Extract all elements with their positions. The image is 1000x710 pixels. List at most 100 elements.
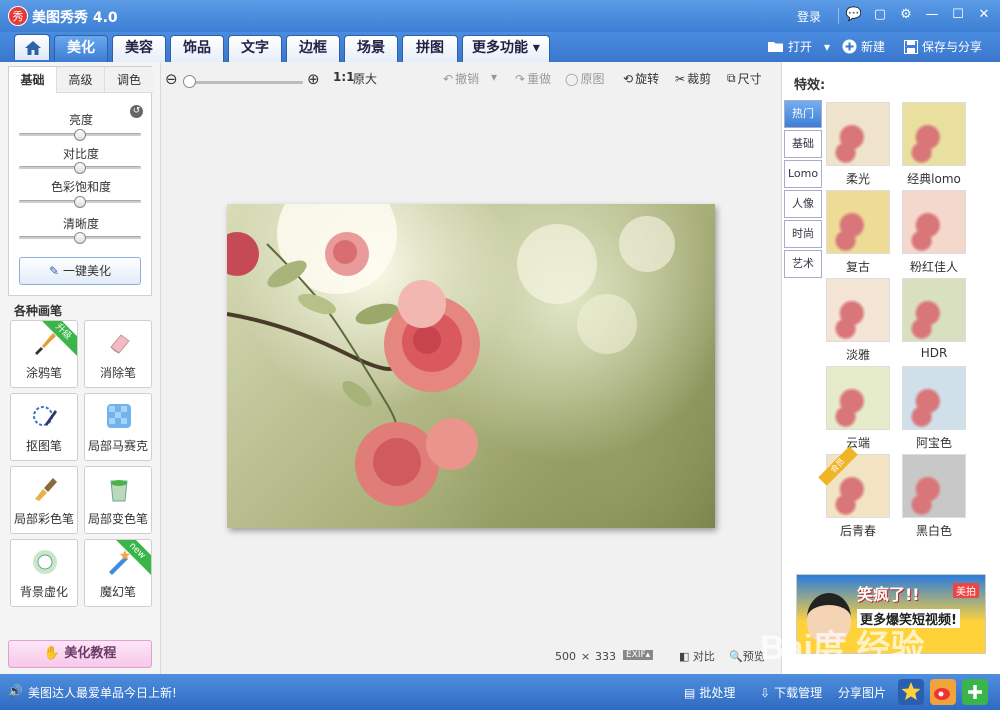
subtab-advanced[interactable]: 高级 <box>57 67 105 93</box>
batch-button[interactable]: ▤ 批处理 <box>684 684 735 701</box>
weibo-icon[interactable] <box>930 679 956 705</box>
effect-category-basic[interactable]: 基础 <box>784 130 822 158</box>
tool-local-color-change[interactable]: 局部变色笔 <box>84 466 152 534</box>
effect-category-art[interactable]: 艺术 <box>784 250 822 278</box>
status-bar: 🔊 美图达人最爱单品今日上新! ▤ 批处理 ⇩ 下载管理 分享图片 <box>0 674 1000 710</box>
feedback-icon[interactable]: 💬 <box>844 6 864 24</box>
effect-category-lomo[interactable]: Lomo <box>784 160 822 188</box>
effect-thumbnail <box>826 278 890 342</box>
effect-item[interactable]: 经典lomo <box>902 102 966 188</box>
redo-button[interactable]: ↷ 重做 <box>515 70 551 87</box>
sharpness-label: 清晰度 <box>62 217 99 231</box>
open-dropdown-icon[interactable]: ▾ <box>824 40 830 54</box>
sharpness-slider[interactable] <box>19 232 141 244</box>
effect-item[interactable]: HDR <box>902 278 966 364</box>
effect-label: 阿宝色 <box>915 436 952 450</box>
ad-headline: 笑疯了!! <box>857 585 920 604</box>
download-icon: ⇩ <box>760 685 771 700</box>
save-share-button[interactable]: 保存与分享 <box>904 38 982 55</box>
tab-frames[interactable]: 边框 <box>286 35 340 62</box>
zoom-in-icon[interactable]: ⊕ <box>307 70 320 88</box>
brightness-slider[interactable] <box>19 129 141 141</box>
saturation-slider[interactable] <box>19 196 141 208</box>
undo-dropdown-icon[interactable]: ▾ <box>491 70 497 84</box>
tool-background-blur[interactable]: 背景虚化 <box>10 539 78 607</box>
tab-beautify[interactable]: 美化 <box>54 35 108 62</box>
login-link[interactable]: 登录 <box>797 8 821 25</box>
tool-local-color-pen[interactable]: 局部彩色笔 <box>10 466 78 534</box>
skin-icon[interactable]: ▢ <box>870 6 890 24</box>
tool-local-mosaic[interactable]: 局部马赛克 <box>84 393 152 461</box>
tab-accessories[interactable]: 饰品 <box>170 35 224 62</box>
contrast-slider[interactable] <box>19 162 141 174</box>
news-marquee[interactable]: 美图达人最爱单品今日上新! <box>28 684 177 701</box>
effect-category-hot[interactable]: 热门 <box>784 100 822 128</box>
add-app-icon[interactable] <box>962 679 988 705</box>
rotate-label: 旋转 <box>635 72 660 86</box>
beautify-tutorial-button[interactable]: ✋ 美化教程 <box>8 640 152 668</box>
undo-button[interactable]: ↶ 撤销 <box>443 70 479 87</box>
zoom-slider-handle[interactable] <box>183 75 196 88</box>
close-icon[interactable]: ✕ <box>974 6 994 24</box>
download-label: 下载管理 <box>774 686 823 700</box>
effect-thumbnail <box>826 366 890 430</box>
app-logo-icon: 秀 <box>8 6 28 26</box>
effect-category-fashion[interactable]: 时尚 <box>784 220 822 248</box>
slider-handle[interactable] <box>74 162 86 174</box>
resize-icon: ⧉ <box>727 71 736 85</box>
slider-handle[interactable] <box>74 232 86 244</box>
effect-item[interactable]: 柔光 <box>826 102 890 188</box>
tool-eraser-pen[interactable]: 消除笔 <box>84 320 152 388</box>
zoom-slider[interactable] <box>185 81 303 84</box>
effect-item[interactable]: 复古 <box>826 190 890 276</box>
divider <box>838 8 839 24</box>
slider-handle[interactable] <box>74 196 86 208</box>
new-button[interactable]: 新建 <box>842 38 885 55</box>
exif-button[interactable]: EXIF▴ <box>623 650 654 660</box>
tool-doodle-pen[interactable]: 升级 涂鸦笔 <box>10 320 78 388</box>
tool-magic-pen[interactable]: new 魔幻笔 <box>84 539 152 607</box>
resize-button[interactable]: ⧉ 尺寸 <box>727 70 762 87</box>
compare-button[interactable]: ◧ 对比 <box>679 648 715 664</box>
crop-button[interactable]: ✂ 裁剪 <box>675 70 711 87</box>
effect-label: 后青春 <box>839 524 876 538</box>
effect-thumbnail <box>826 190 890 254</box>
minimize-icon[interactable]: — <box>922 6 942 24</box>
effect-label: 粉红佳人 <box>909 260 958 274</box>
resize-label: 尺寸 <box>737 72 762 86</box>
tab-home[interactable] <box>14 34 50 60</box>
tab-collage[interactable]: 拼图 <box>402 35 458 62</box>
subtab-color[interactable]: 调色 <box>105 67 153 93</box>
tab-portrait[interactable]: 美容 <box>112 35 166 62</box>
rotate-button[interactable]: ⟲ 旋转 <box>623 70 659 87</box>
effect-item[interactable]: 云端 <box>826 366 890 452</box>
settings-icon[interactable]: ⚙ <box>896 6 916 24</box>
effect-category-portrait[interactable]: 人像 <box>784 190 822 218</box>
effect-item[interactable]: 黑白色 <box>902 454 966 540</box>
original-image-button[interactable]: ◯ 原图 <box>565 70 604 87</box>
effect-item[interactable]: 会员 后青春 <box>818 446 890 540</box>
subtab-basic[interactable]: 基础 <box>9 67 57 93</box>
tool-label: 抠图笔 <box>25 439 62 453</box>
effect-item[interactable]: 阿宝色 <box>902 366 966 452</box>
maximize-icon[interactable]: ☐ <box>948 6 968 24</box>
effect-item[interactable]: 淡雅 <box>826 278 890 364</box>
download-manager-button[interactable]: ⇩ 下载管理 <box>760 684 822 701</box>
one-key-beautify-button[interactable]: ✎ 一键美化 <box>19 257 141 285</box>
tool-cutout-pen[interactable]: 抠图笔 <box>10 393 78 461</box>
actual-size-button[interactable]: 1:1 <box>333 70 355 84</box>
home-icon <box>25 41 41 55</box>
share-image-button[interactable]: 分享图片 <box>838 684 886 701</box>
tab-scenes[interactable]: 场景 <box>344 35 398 62</box>
watermark-url: jingyan.baidu.com <box>808 664 889 675</box>
original-size-button[interactable]: 原大 <box>353 70 377 87</box>
open-button[interactable]: 打开 ▾ <box>768 38 830 55</box>
effect-item[interactable]: 粉红佳人 <box>902 190 966 276</box>
zoom-out-icon[interactable]: ⊖ <box>165 70 178 88</box>
edited-photo[interactable] <box>227 204 715 528</box>
effect-label: 淡雅 <box>845 348 870 362</box>
star-icon[interactable] <box>898 679 924 705</box>
slider-handle[interactable] <box>74 129 86 141</box>
tab-text[interactable]: 文字 <box>228 35 282 62</box>
tab-more-features[interactable]: 更多功能 ▾ <box>462 35 550 62</box>
